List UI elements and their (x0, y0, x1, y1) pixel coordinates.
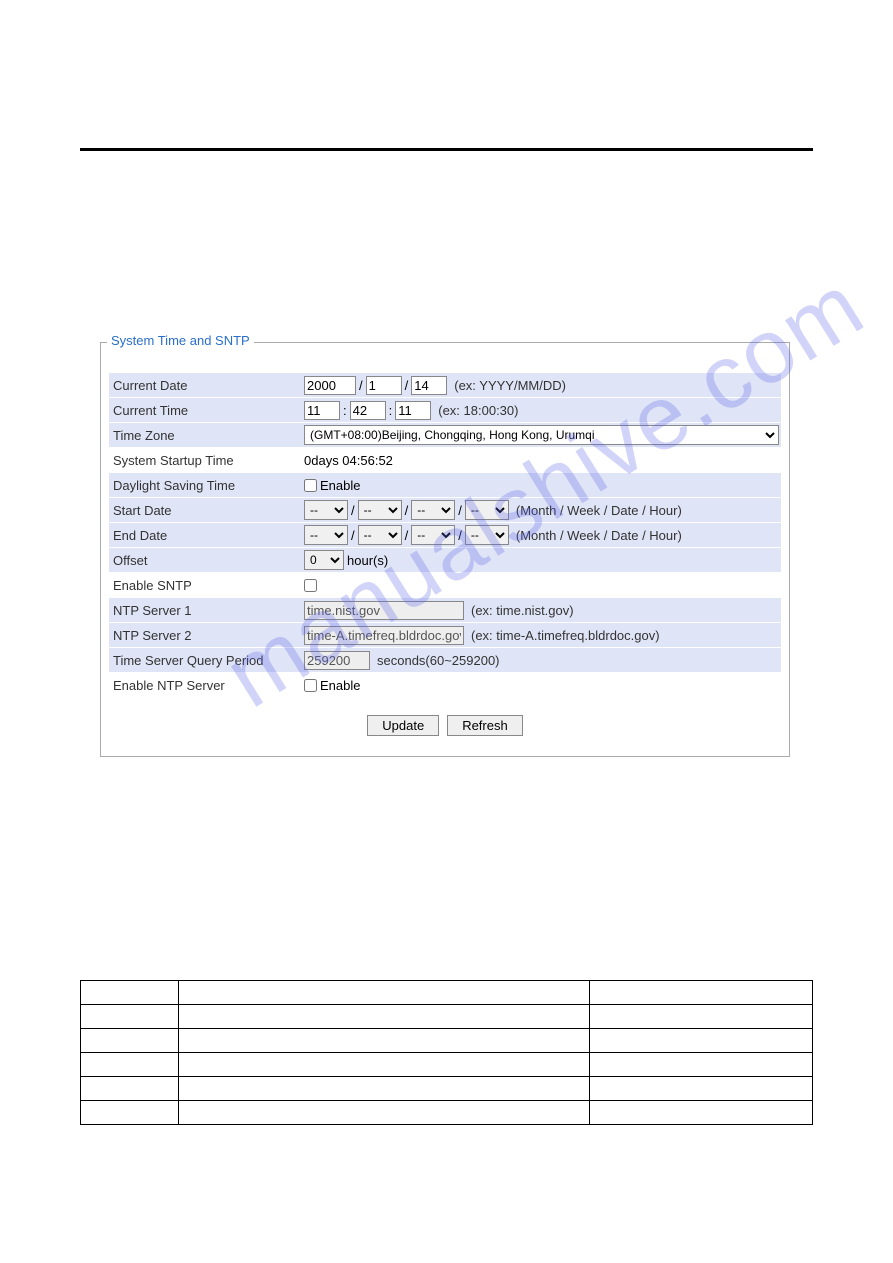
offset-unit: hour(s) (347, 553, 388, 568)
select-end-week[interactable]: -- (358, 525, 402, 545)
input-year[interactable] (304, 376, 356, 395)
hint-ntp1: (ex: time.nist.gov) (471, 603, 574, 618)
hint-ntp2: (ex: time-A.timefreq.bldrdoc.gov) (471, 628, 660, 643)
input-ntp1[interactable] (304, 601, 464, 620)
checkbox-dst[interactable] (304, 479, 317, 492)
input-minute[interactable] (350, 401, 386, 420)
input-query-period[interactable] (304, 651, 370, 670)
input-ntp2[interactable] (304, 626, 464, 645)
checkbox-sntp[interactable] (304, 579, 317, 592)
row-dst: Daylight Saving Time Enable (109, 473, 781, 497)
label-dst: Daylight Saving Time (109, 478, 304, 493)
table-row (81, 981, 813, 1005)
sep-slash: / (351, 503, 355, 518)
select-timezone[interactable]: (GMT+08:00)Beijing, Chongqing, Hong Kong… (304, 425, 779, 445)
refresh-button[interactable]: Refresh (447, 715, 523, 736)
update-button[interactable]: Update (367, 715, 439, 736)
label-ntp2: NTP Server 2 (109, 628, 304, 643)
label-enable-sntp: Enable SNTP (109, 578, 304, 593)
select-start-hour[interactable]: -- (465, 500, 509, 520)
row-startup-time: System Startup Time 0days 04:56:52 (109, 448, 781, 472)
sep-colon: : (389, 403, 393, 418)
label-current-time: Current Time (109, 403, 304, 418)
bottom-table (80, 980, 813, 1125)
select-end-hour[interactable]: -- (465, 525, 509, 545)
select-end-month[interactable]: -- (304, 525, 348, 545)
table-row (81, 1077, 813, 1101)
sep-slash: / (405, 503, 409, 518)
select-end-day[interactable]: -- (411, 525, 455, 545)
panel-legend: System Time and SNTP (107, 333, 254, 348)
label-timezone: Time Zone (109, 428, 304, 443)
sep-slash: / (359, 378, 363, 393)
hint-current-time: (ex: 18:00:30) (438, 403, 518, 418)
checkbox-ntp-server[interactable] (304, 679, 317, 692)
sntp-panel: System Time and SNTP Current Date / / (e… (100, 342, 790, 757)
input-hour[interactable] (304, 401, 340, 420)
sep-slash: / (405, 378, 409, 393)
label-start-date: Start Date (109, 503, 304, 518)
table-row (81, 1005, 813, 1029)
hint-query-period: seconds(60~259200) (377, 653, 500, 668)
hint-start-date: (Month / Week / Date / Hour) (516, 503, 682, 518)
select-start-week[interactable]: -- (358, 500, 402, 520)
row-start-date: Start Date -- / -- / -- / -- (Month / We… (109, 498, 781, 522)
label-current-date: Current Date (109, 378, 304, 393)
value-startup-time: 0days 04:56:52 (304, 453, 781, 468)
sep-slash: / (458, 528, 462, 543)
button-row: Update Refresh (109, 715, 781, 736)
row-timezone: Time Zone (GMT+08:00)Beijing, Chongqing,… (109, 423, 781, 447)
select-start-day[interactable]: -- (411, 500, 455, 520)
dst-check-label: Enable (320, 478, 360, 493)
label-query-period: Time Server Query Period (109, 653, 304, 668)
sep-colon: : (343, 403, 347, 418)
label-ntp1: NTP Server 1 (109, 603, 304, 618)
row-current-time: Current Time : : (ex: 18:00:30) (109, 398, 781, 422)
label-startup-time: System Startup Time (109, 453, 304, 468)
divider-top (80, 148, 813, 151)
select-start-month[interactable]: -- (304, 500, 348, 520)
row-enable-sntp: Enable SNTP (109, 573, 781, 597)
label-end-date: End Date (109, 528, 304, 543)
row-ntp1: NTP Server 1 (ex: time.nist.gov) (109, 598, 781, 622)
input-day[interactable] (411, 376, 447, 395)
sep-slash: / (405, 528, 409, 543)
table-row (81, 1053, 813, 1077)
ntp-server-check-label: Enable (320, 678, 360, 693)
table-row (81, 1029, 813, 1053)
sep-slash: / (458, 503, 462, 518)
row-ntp2: NTP Server 2 (ex: time-A.timefreq.bldrdo… (109, 623, 781, 647)
input-month[interactable] (366, 376, 402, 395)
label-offset: Offset (109, 553, 304, 568)
row-current-date: Current Date / / (ex: YYYY/MM/DD) (109, 373, 781, 397)
select-offset[interactable]: 0 (304, 550, 344, 570)
hint-end-date: (Month / Week / Date / Hour) (516, 528, 682, 543)
hint-current-date: (ex: YYYY/MM/DD) (454, 378, 566, 393)
row-query-period: Time Server Query Period seconds(60~2592… (109, 648, 781, 672)
input-second[interactable] (395, 401, 431, 420)
sep-slash: / (351, 528, 355, 543)
table-row (81, 1101, 813, 1125)
row-end-date: End Date -- / -- / -- / -- (Month / Week… (109, 523, 781, 547)
row-offset: Offset 0 hour(s) (109, 548, 781, 572)
row-enable-ntp-server: Enable NTP Server Enable (109, 673, 781, 697)
label-enable-ntp-server: Enable NTP Server (109, 678, 304, 693)
